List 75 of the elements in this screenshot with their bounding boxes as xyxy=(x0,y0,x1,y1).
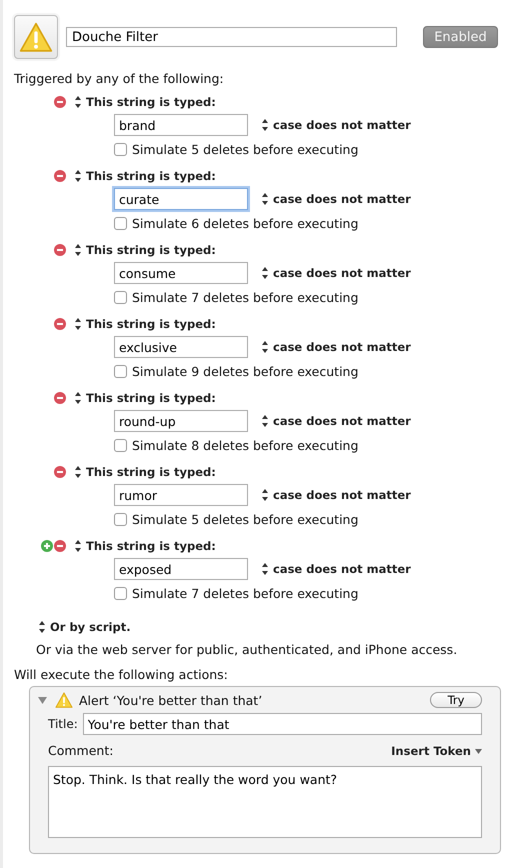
checkbox[interactable] xyxy=(114,290,127,304)
actions-heading: Will execute the following actions: xyxy=(13,666,229,682)
case-option[interactable]: case does not matter xyxy=(273,488,411,502)
remove-icon[interactable] xyxy=(54,466,66,478)
remove-icon[interactable] xyxy=(54,540,66,552)
checkbox-label[interactable]: Simulate 7 deletes before executing xyxy=(132,586,358,600)
comment-label: Comment: xyxy=(48,743,114,758)
stepper-icon[interactable] xyxy=(75,466,81,478)
title-label: Title: xyxy=(48,717,78,732)
title-field[interactable]: You're better than that xyxy=(82,713,482,736)
remove-icon[interactable] xyxy=(54,96,66,108)
case-option[interactable]: case does not matter xyxy=(273,414,411,428)
stepper-icon[interactable] xyxy=(262,489,268,501)
remove-icon[interactable] xyxy=(54,170,66,182)
trigger-type-label[interactable]: This string is typed: xyxy=(86,539,216,553)
remove-icon[interactable] xyxy=(54,392,66,404)
macro-name-field[interactable]: Douche Filter xyxy=(66,27,397,47)
checkbox[interactable] xyxy=(114,438,127,452)
trigger-type-label[interactable]: This string is typed: xyxy=(86,391,216,405)
string-field[interactable]: exclusive xyxy=(114,336,248,358)
caret-icon xyxy=(475,748,482,755)
stepper-icon[interactable] xyxy=(262,415,268,427)
stepper-icon[interactable] xyxy=(262,193,268,205)
string-field[interactable]: exposed xyxy=(114,558,248,580)
stepper-icon[interactable] xyxy=(262,563,268,575)
disclosure-icon[interactable] xyxy=(38,696,47,705)
checkbox-label[interactable]: Simulate 9 deletes before executing xyxy=(132,364,358,378)
checkbox-label[interactable]: Simulate 5 deletes before executing xyxy=(132,142,358,156)
stepper-icon[interactable] xyxy=(75,244,81,256)
stepper-icon[interactable] xyxy=(75,170,81,182)
try-button[interactable]: Try xyxy=(430,692,482,708)
string-field[interactable]: curate xyxy=(114,188,248,210)
web-server-note: Or via the web server for public, authenticated, and iPhone access. xyxy=(35,641,458,657)
insert-token-menu[interactable]: Insert Token xyxy=(391,743,482,758)
add-icon[interactable] xyxy=(41,540,53,552)
stepper-icon[interactable] xyxy=(262,341,268,353)
string-field[interactable]: round-up xyxy=(114,410,248,432)
trigger-type-label[interactable]: This string is typed: xyxy=(86,243,216,257)
stepper-icon[interactable] xyxy=(75,96,81,108)
action-title: Alert ‘You're better than that’ xyxy=(79,692,264,708)
stepper-icon[interactable] xyxy=(262,267,268,279)
trigger-type-label[interactable]: This string is typed: xyxy=(86,169,216,183)
trigger-type-label[interactable]: This string is typed: xyxy=(86,317,216,331)
icon-well[interactable] xyxy=(14,15,58,59)
checkbox[interactable] xyxy=(114,512,127,526)
case-option[interactable]: case does not matter xyxy=(273,562,411,576)
stepper-icon[interactable] xyxy=(39,621,45,633)
string-field[interactable]: brand xyxy=(114,114,248,136)
string-field[interactable]: rumor xyxy=(114,484,248,506)
comment-field[interactable]: Stop. Think. Is that really the word you want? xyxy=(48,766,482,838)
stepper-icon[interactable] xyxy=(262,119,268,131)
checkbox-label[interactable]: Simulate 5 deletes before executing xyxy=(132,512,358,526)
checkbox[interactable] xyxy=(114,586,127,600)
string-field[interactable]: consume xyxy=(114,262,248,284)
checkbox[interactable] xyxy=(114,142,127,156)
remove-icon[interactable] xyxy=(54,244,66,256)
checkbox-label[interactable]: Simulate 6 deletes before executing xyxy=(132,216,358,230)
triggers-heading: Triggered by any of the following: xyxy=(13,70,225,86)
checkbox-label[interactable]: Simulate 8 deletes before executing xyxy=(132,438,358,452)
warning-icon xyxy=(55,692,73,708)
case-option[interactable]: case does not matter xyxy=(273,192,411,206)
stepper-icon[interactable] xyxy=(75,540,81,552)
trigger-type-label[interactable]: This string is typed: xyxy=(86,95,216,109)
remove-icon[interactable] xyxy=(54,318,66,330)
case-option[interactable]: case does not matter xyxy=(273,266,411,280)
trigger-type-label[interactable]: This string is typed: xyxy=(86,465,216,479)
checkbox[interactable] xyxy=(114,216,127,230)
script-option[interactable]: Or by script. xyxy=(50,620,131,634)
warning-icon xyxy=(19,22,53,52)
stepper-icon[interactable] xyxy=(75,318,81,330)
case-option[interactable]: case does not matter xyxy=(273,118,411,132)
checkbox-label[interactable]: Simulate 7 deletes before executing xyxy=(132,290,358,304)
checkbox[interactable] xyxy=(114,364,127,378)
case-option[interactable]: case does not matter xyxy=(273,340,411,354)
stepper-icon[interactable] xyxy=(75,392,81,404)
